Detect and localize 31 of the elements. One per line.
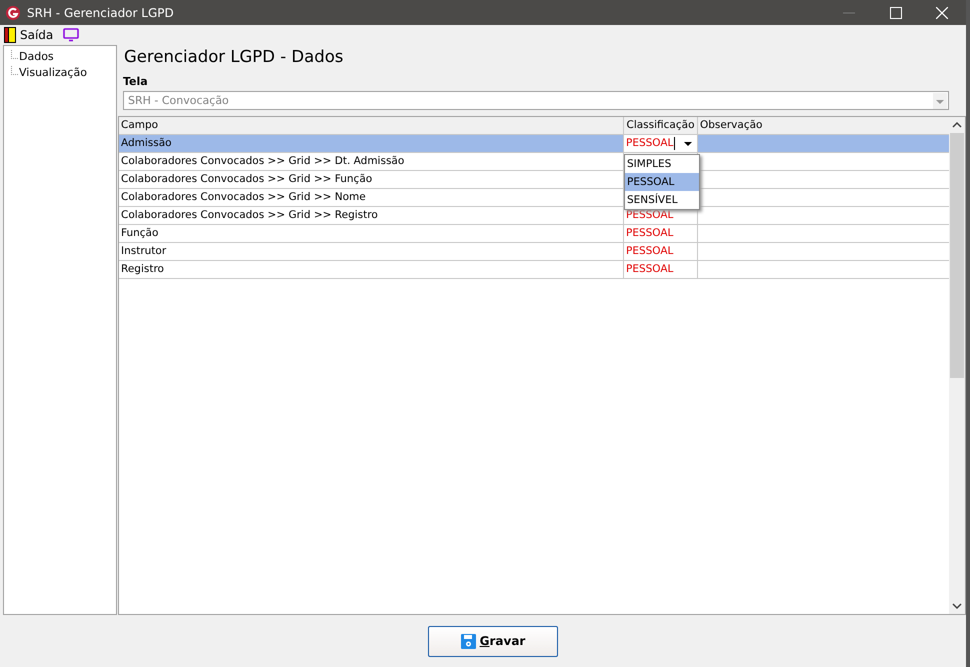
table-cell: PESSOAL <box>624 243 698 260</box>
table-row[interactable]: Colaboradores Convocados >> Grid >> Registro PESSOAL <box>119 207 949 225</box>
exit-button[interactable]: Saída <box>4 27 54 43</box>
dropdown-option[interactable]: SENSÍVEL <box>625 191 699 209</box>
app-logo-icon <box>5 4 21 20</box>
column-header[interactable]: Classificação <box>624 117 698 134</box>
table-row[interactable]: Registro PESSOAL <box>119 261 949 279</box>
table-cell: PESSOAL <box>624 225 698 242</box>
table-row[interactable]: Instrutor PESSOAL <box>119 243 949 261</box>
table-cell: Instrutor <box>119 243 624 260</box>
page-heading: Gerenciador LGPD - Dados <box>123 46 344 68</box>
tree-item[interactable]: Dados <box>19 50 54 62</box>
monitor-icon[interactable] <box>63 28 80 42</box>
field-label: Tela <box>122 75 149 90</box>
column-header[interactable]: Observação <box>698 117 949 134</box>
dropdown-option[interactable]: PESSOAL <box>625 173 699 191</box>
tree-item[interactable]: Visualização <box>19 66 87 78</box>
table-cell: Registro <box>119 261 624 278</box>
window-title: SRH - Gerenciador LGPD <box>27 6 174 20</box>
maximize-icon[interactable] <box>890 6 902 18</box>
column-header[interactable]: Campo <box>119 117 624 134</box>
door-icon <box>4 27 16 43</box>
close-icon[interactable] <box>936 6 948 18</box>
classification-select[interactable]: PESSOAL <box>624 135 698 152</box>
table-row[interactable]: Admissão PESSOAL <box>119 135 949 153</box>
dropdown-option[interactable]: SIMPLES <box>625 155 699 173</box>
table-row[interactable]: Função PESSOAL <box>119 225 949 243</box>
table-cell: Função <box>119 225 624 242</box>
scroll-thumb[interactable] <box>950 133 964 378</box>
save-button[interactable]: Gravar <box>428 626 558 656</box>
table-cell: PESSOAL <box>624 261 698 278</box>
